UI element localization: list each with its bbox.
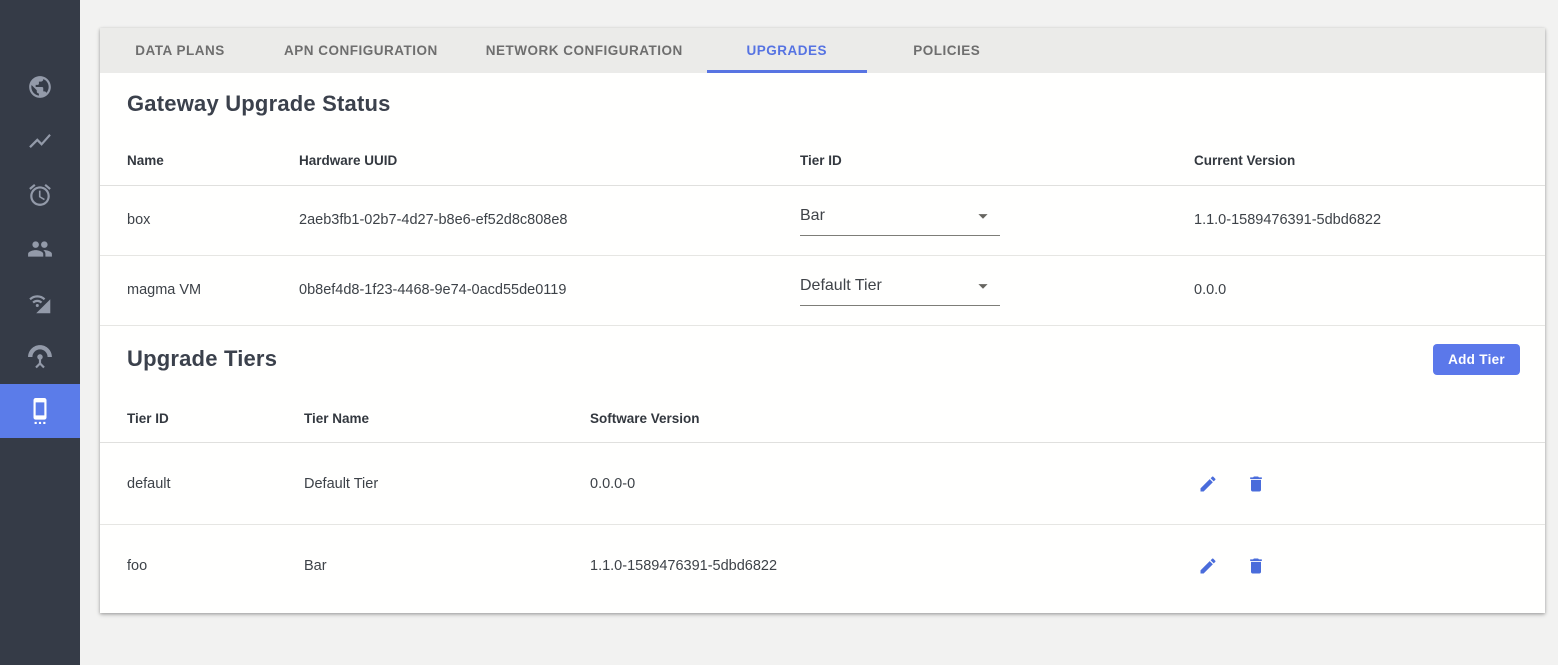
gateway-section-title: Gateway Upgrade Status bbox=[127, 91, 391, 117]
tier-id-select[interactable]: Default Tier bbox=[800, 275, 1000, 306]
tier-row: foo Bar 1.1.0-1589476391-5dbd6822 bbox=[100, 525, 1545, 607]
col-header-tier-name: Tier Name bbox=[304, 395, 590, 443]
mobile-settings-icon bbox=[27, 398, 53, 424]
gateway-current-version: 1.1.0-1589476391-5dbd6822 bbox=[1194, 185, 1545, 255]
tier-id-select-value: Default Tier bbox=[800, 277, 882, 295]
col-header-actions bbox=[1198, 395, 1545, 443]
edit-tier-button[interactable] bbox=[1198, 474, 1218, 494]
antenna-icon bbox=[27, 344, 53, 370]
tier-software-version: 0.0.0-0 bbox=[590, 443, 1198, 525]
tier-software-version: 1.1.0-1589476391-5dbd6822 bbox=[590, 525, 1198, 607]
trash-icon bbox=[1246, 556, 1266, 576]
content-card: DATA PLANS APN CONFIGURATION NETWORK CON… bbox=[100, 28, 1545, 613]
col-header-current-version: Current Version bbox=[1194, 137, 1545, 185]
tier-row-actions bbox=[1198, 556, 1545, 576]
col-header-tier-id: Tier ID bbox=[800, 137, 1194, 185]
chevron-down-icon bbox=[972, 205, 994, 227]
tier-name: Default Tier bbox=[304, 443, 590, 525]
gateway-section-header: Gateway Upgrade Status bbox=[100, 73, 1545, 137]
gateway-table-header-row: Name Hardware UUID Tier ID Current Versi… bbox=[100, 137, 1545, 185]
main-content: DATA PLANS APN CONFIGURATION NETWORK CON… bbox=[80, 0, 1558, 665]
tier-id-select-value: Bar bbox=[800, 207, 825, 225]
pencil-icon bbox=[1198, 556, 1218, 576]
col-header-tier-id: Tier ID bbox=[100, 395, 304, 443]
sidebar-item-equipment[interactable] bbox=[0, 384, 80, 438]
tier-row: default Default Tier 0.0.0-0 bbox=[100, 443, 1545, 525]
trash-icon bbox=[1246, 474, 1266, 494]
add-tier-button[interactable]: Add Tier bbox=[1433, 344, 1520, 375]
gateway-name: magma VM bbox=[100, 255, 299, 325]
col-header-name: Name bbox=[100, 137, 299, 185]
tiers-section-header: Upgrade Tiers Add Tier bbox=[100, 326, 1545, 395]
tier-id-select[interactable]: Bar bbox=[800, 205, 1000, 236]
tiers-table-header-row: Tier ID Tier Name Software Version bbox=[100, 395, 1545, 443]
gateway-name: box bbox=[100, 185, 299, 255]
gateway-hardware-uuid: 2aeb3fb1-02b7-4d27-b8e6-ef52d8c808e8 bbox=[299, 185, 800, 255]
tiers-section-title: Upgrade Tiers bbox=[127, 346, 277, 372]
tab-policies[interactable]: POLICIES bbox=[867, 28, 1027, 73]
alarm-icon bbox=[27, 182, 53, 208]
tier-id: default bbox=[100, 443, 304, 525]
globe-icon bbox=[27, 74, 53, 100]
delete-tier-button[interactable] bbox=[1246, 474, 1266, 494]
gateway-upgrade-table: Name Hardware UUID Tier ID Current Versi… bbox=[100, 137, 1545, 326]
chart-icon bbox=[27, 128, 53, 154]
sidebar-item-subscribers[interactable] bbox=[0, 222, 80, 276]
sidebar-item-network[interactable] bbox=[0, 276, 80, 330]
col-header-hardware-uuid: Hardware UUID bbox=[299, 137, 800, 185]
upgrade-tiers-table: Tier ID Tier Name Software Version defau… bbox=[100, 395, 1545, 607]
gateway-hardware-uuid: 0b8ef4d8-1f23-4468-9e74-0acd55de0119 bbox=[299, 255, 800, 325]
cell-wifi-icon bbox=[27, 290, 53, 316]
sidebar-item-gateways[interactable] bbox=[0, 330, 80, 384]
sidebar-item-metrics[interactable] bbox=[0, 114, 80, 168]
tab-upgrades[interactable]: UPGRADES bbox=[707, 28, 867, 73]
gateway-row: magma VM 0b8ef4d8-1f23-4468-9e74-0acd55d… bbox=[100, 255, 1545, 325]
tier-name: Bar bbox=[304, 525, 590, 607]
tier-row-actions bbox=[1198, 474, 1545, 494]
sidebar-item-alarms[interactable] bbox=[0, 168, 80, 222]
col-header-software-version: Software Version bbox=[590, 395, 1198, 443]
sidebar bbox=[0, 0, 80, 665]
edit-tier-button[interactable] bbox=[1198, 556, 1218, 576]
chevron-down-icon bbox=[972, 275, 994, 297]
tab-bar: DATA PLANS APN CONFIGURATION NETWORK CON… bbox=[100, 28, 1545, 73]
gateway-current-version: 0.0.0 bbox=[1194, 255, 1545, 325]
tab-network-configuration[interactable]: NETWORK CONFIGURATION bbox=[462, 28, 707, 73]
tab-apn-configuration[interactable]: APN CONFIGURATION bbox=[260, 28, 462, 73]
sidebar-item-map[interactable] bbox=[0, 60, 80, 114]
delete-tier-button[interactable] bbox=[1246, 556, 1266, 576]
gateway-row: box 2aeb3fb1-02b7-4d27-b8e6-ef52d8c808e8… bbox=[100, 185, 1545, 255]
pencil-icon bbox=[1198, 474, 1218, 494]
people-icon bbox=[27, 236, 53, 262]
tier-id: foo bbox=[100, 525, 304, 607]
tab-data-plans[interactable]: DATA PLANS bbox=[100, 28, 260, 73]
